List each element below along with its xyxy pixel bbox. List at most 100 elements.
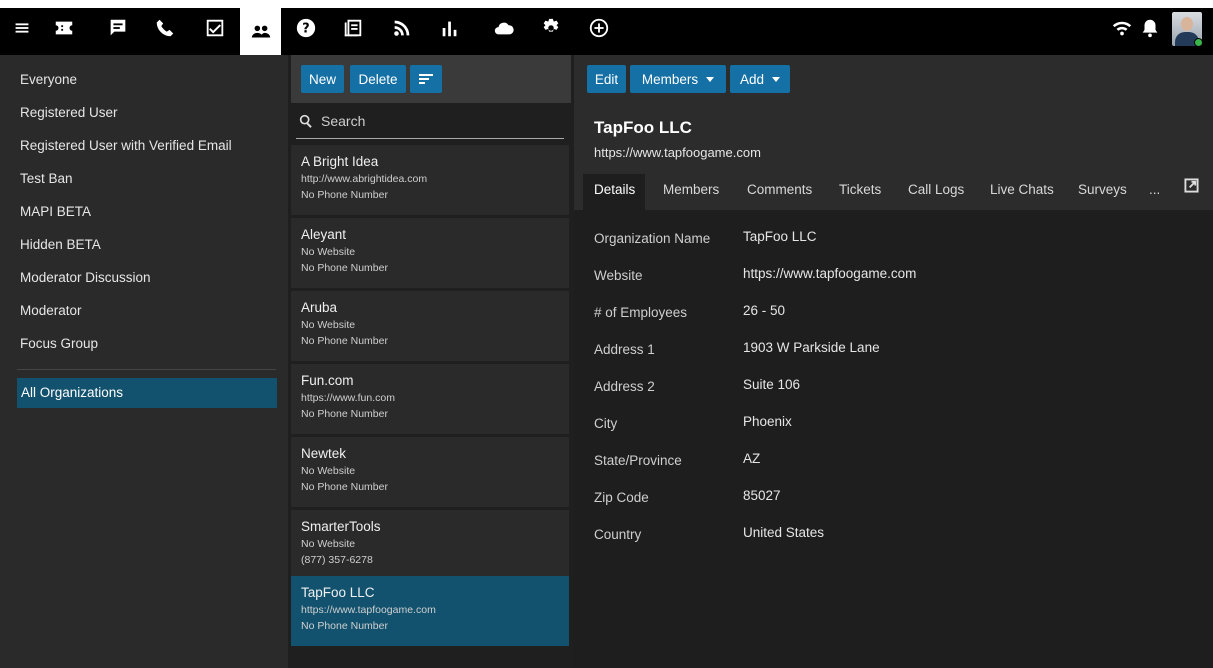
list-item[interactable]: SmarterTools No Website (877) 357-6278: [291, 510, 569, 580]
tab-live-chats[interactable]: Live Chats: [990, 182, 1054, 197]
cloud-icon[interactable]: [491, 15, 517, 41]
sidebar-item-label: All Organizations: [21, 385, 124, 400]
sidebar-divider: [17, 369, 276, 370]
delete-button[interactable]: Delete: [350, 65, 406, 93]
chat-icon[interactable]: [105, 15, 131, 41]
org-website: No Website: [301, 319, 356, 331]
tab-comments[interactable]: Comments: [747, 182, 812, 197]
search-placeholder: Search: [321, 113, 366, 129]
org-phone: No Phone Number: [301, 620, 388, 632]
field-label: Country: [594, 527, 642, 542]
tickets-icon[interactable]: [51, 15, 77, 41]
page-title: TapFoo LLC: [594, 118, 692, 137]
open-external-icon[interactable]: [1184, 178, 1199, 193]
sidebar-item-registered-user[interactable]: Registered User: [20, 105, 118, 120]
members-dropdown-button[interactable]: Members: [630, 65, 726, 93]
avatar-head: [1181, 17, 1193, 31]
knowledge-base-icon[interactable]: [340, 15, 366, 41]
list-item[interactable]: Aruba No Website No Phone Number: [291, 291, 569, 361]
field-label: Website: [594, 268, 643, 283]
sort-button[interactable]: [410, 65, 442, 93]
org-phone: No Phone Number: [301, 262, 388, 274]
add-dropdown-button[interactable]: Add: [730, 65, 790, 93]
field-label: City: [594, 416, 618, 431]
org-phone: No Phone Number: [301, 189, 388, 201]
reports-icon[interactable]: [437, 15, 463, 41]
field-label: Organization Name: [594, 231, 711, 246]
search-icon: [299, 114, 312, 128]
org-name: Aleyant: [301, 227, 347, 242]
members-button-label: Members: [641, 71, 699, 87]
people-icon[interactable]: [240, 8, 281, 55]
settings-icon[interactable]: [538, 15, 564, 41]
org-website: https://www.tapfoogame.com: [301, 604, 436, 616]
field-value: https://www.tapfoogame.com: [743, 266, 917, 281]
tasks-icon[interactable]: [202, 15, 228, 41]
sort-icon: [419, 74, 433, 84]
page-subtitle: https://www.tapfoogame.com: [594, 145, 761, 160]
field-value: 85027: [743, 488, 781, 503]
list-item[interactable]: Fun.com https://www.fun.com No Phone Num…: [291, 364, 569, 434]
tab-call-logs[interactable]: Call Logs: [908, 182, 964, 197]
sidebar-item-test-ban[interactable]: Test Ban: [20, 171, 73, 186]
sidebar-item-everyone[interactable]: Everyone: [20, 72, 77, 87]
org-website: http://www.abrightidea.com: [301, 173, 428, 185]
org-phone: No Phone Number: [301, 481, 388, 493]
rss-icon[interactable]: [389, 15, 415, 41]
wifi-icon[interactable]: [1109, 15, 1135, 41]
bell-icon[interactable]: [1137, 15, 1163, 41]
org-name: A Bright Idea: [301, 154, 379, 169]
sidebar-item-moderator[interactable]: Moderator: [20, 303, 82, 318]
field-label: # of Employees: [594, 305, 688, 320]
sidebar-item-focus-group[interactable]: Focus Group: [20, 336, 98, 351]
list-item[interactable]: Aleyant No Website No Phone Number: [291, 218, 569, 288]
sidebar-item-all-organizations[interactable]: All Organizations: [17, 378, 277, 408]
list-toolbar: New Delete: [291, 55, 571, 103]
tab-more[interactable]: ...: [1149, 182, 1160, 197]
org-website: No Website: [301, 538, 356, 550]
sidebar-item-moderator-discussion[interactable]: Moderator Discussion: [20, 270, 151, 285]
group-sidebar: Everyone Registered User Registered User…: [0, 55, 288, 668]
field-label: State/Province: [594, 453, 682, 468]
org-name: Aruba: [301, 300, 338, 315]
sidebar-item-hidden-beta[interactable]: Hidden BETA: [20, 237, 101, 252]
add-button-label: Add: [739, 71, 765, 87]
organization-detail-panel: Edit Members Add TapFoo LLC https://www.…: [574, 55, 1213, 668]
field-value: 26 - 50: [743, 303, 786, 318]
tab-details[interactable]: Details: [594, 182, 635, 197]
org-phone: (877) 357-6278: [301, 554, 373, 566]
tab-tickets[interactable]: Tickets: [839, 182, 881, 197]
menu-icon[interactable]: [9, 15, 35, 41]
field-value: 1903 W Parkside Lane: [743, 340, 880, 355]
tab-surveys[interactable]: Surveys: [1078, 182, 1127, 197]
field-label: Address 1: [594, 342, 655, 357]
search-input[interactable]: Search: [296, 107, 564, 139]
field-label: Zip Code: [594, 490, 649, 505]
detail-header: Edit Members Add TapFoo LLC https://www.…: [574, 55, 1213, 210]
org-website: No Website: [301, 465, 356, 477]
phone-icon[interactable]: [152, 15, 178, 41]
org-name: SmarterTools: [301, 519, 381, 534]
sidebar-item-registered-verified[interactable]: Registered User with Verified Email: [20, 138, 232, 153]
org-name: Fun.com: [301, 373, 354, 388]
help-icon[interactable]: ?: [293, 15, 319, 41]
tab-members[interactable]: Members: [663, 182, 719, 197]
avatar[interactable]: [1172, 12, 1202, 46]
org-phone: No Phone Number: [301, 335, 388, 347]
chevron-down-icon: [772, 76, 781, 82]
list-item[interactable]: Newtek No Website No Phone Number: [291, 437, 569, 507]
add-icon[interactable]: [586, 15, 612, 41]
new-button[interactable]: New: [301, 65, 344, 93]
top-strip: [0, 0, 1213, 8]
org-name: TapFoo LLC: [301, 585, 375, 600]
svg-text:?: ?: [302, 22, 309, 37]
online-status-indicator: [1194, 38, 1202, 46]
top-nav-bar: ?: [0, 0, 1213, 55]
sidebar-item-mapi-beta[interactable]: MAPI BETA: [20, 204, 91, 219]
edit-button[interactable]: Edit: [587, 65, 626, 93]
org-website: No Website: [301, 246, 356, 258]
list-item-selected[interactable]: TapFoo LLC https://www.tapfoogame.com No…: [291, 576, 569, 646]
org-name: Newtek: [301, 446, 347, 461]
list-item[interactable]: A Bright Idea http://www.abrightidea.com…: [291, 145, 569, 215]
field-value: United States: [743, 525, 825, 540]
